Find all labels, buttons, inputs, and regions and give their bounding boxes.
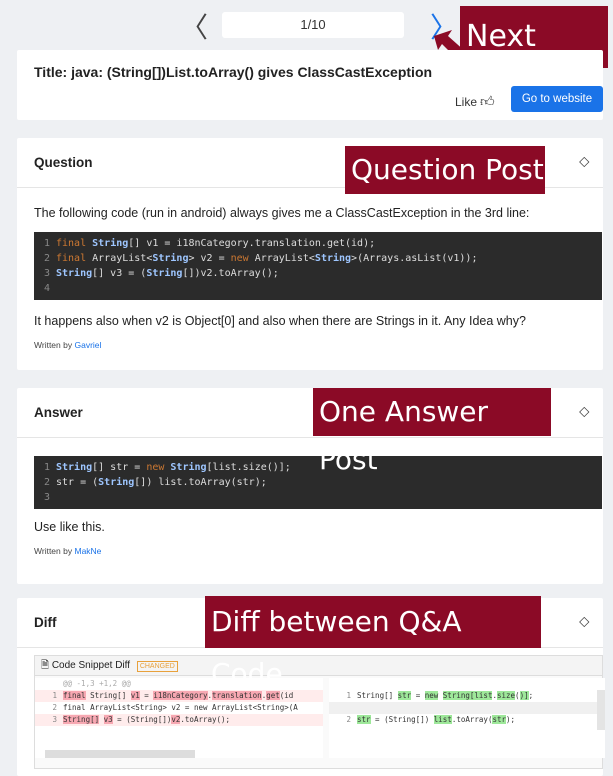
- like-label: Like: [455, 95, 478, 109]
- file-icon: 🗎︎: [41, 660, 50, 671]
- code-diff-box: 🗎︎ Code Snippet Diff CHANGED @@ -1,3 +1,…: [34, 655, 605, 769]
- diff-line: 2 str = (String[]) list.toArray(str);: [346, 715, 516, 724]
- code-line: 4: [43, 283, 50, 294]
- answer-callout: One Answer Post: [313, 388, 551, 476]
- prev-post-button[interactable]: 〈: [180, 6, 208, 46]
- code-line: 3: [43, 492, 50, 503]
- code-line: 2 final ArrayList<String> v2 = new ArrayL…: [43, 253, 478, 264]
- answer-attribution: Written by MakNe: [34, 546, 102, 556]
- diff-right-pane[interactable]: 1 String[] str = new String[list.size()];…: [329, 678, 605, 758]
- diff-line: 2 final ArrayList<String> v2 = new ArrayL…: [52, 703, 298, 712]
- answer-label: Answer: [34, 405, 83, 420]
- answer-code-block: 1 String[] str = new String[list.size()];…: [34, 456, 602, 509]
- collapse-toggle-icon[interactable]: ⬦: [579, 402, 590, 420]
- answer-outro: Use like this.: [34, 520, 105, 534]
- diff-box-header: 🗎︎ Code Snippet Diff CHANGED: [35, 656, 602, 676]
- question-intro: The following code (run in android) alwa…: [34, 206, 530, 220]
- question-callout: Question Post: [345, 146, 545, 194]
- code-line: 2 str = (String[]) list.toArray(str);: [43, 477, 267, 488]
- diff-line: 3 String[] v3 = (String[])v2.toArray();: [35, 714, 323, 726]
- vertical-scrollbar[interactable]: [597, 690, 605, 730]
- question-attribution: Written by Gavriel: [34, 340, 102, 350]
- title-card: Title: java: (String[])List.toArray() gi…: [17, 50, 603, 120]
- diff-box-title: Code Snippet Diff: [51, 660, 131, 671]
- question-author-link[interactable]: Gavriel: [74, 340, 101, 350]
- diff-label: Diff: [34, 615, 57, 630]
- question-outro: It happens also when v2 is Object[0] and…: [34, 314, 526, 328]
- thumbs-up-icon: 👍︎: [480, 93, 495, 109]
- post-counter: 1/10: [222, 12, 404, 38]
- diff-callout: Diff between Q&A Code: [205, 596, 541, 690]
- post-title: Title: java: (String[])List.toArray() gi…: [34, 64, 433, 80]
- collapse-toggle-icon[interactable]: ⬦: [579, 152, 590, 170]
- go-to-website-button[interactable]: Go to website: [511, 86, 603, 112]
- changed-badge: CHANGED: [136, 661, 178, 672]
- code-line: 1 String[] str = new String[list.size()];: [43, 462, 291, 473]
- like-button[interactable]: Like 👍︎: [455, 93, 495, 110]
- answer-author-link[interactable]: MakNe: [74, 546, 101, 556]
- collapse-toggle-icon[interactable]: ⬦: [579, 612, 590, 630]
- diff-line: 1 String[] str = new String[list.size()];: [346, 691, 534, 700]
- question-label: Question: [34, 155, 93, 170]
- code-line: 1 final String[] v1 = i18nCategory.transl…: [43, 238, 376, 249]
- question-code-block: 1 final String[] v1 = i18nCategory.transl…: [34, 232, 602, 300]
- horizontal-scrollbar[interactable]: [45, 750, 195, 758]
- code-line: 3 String[] v3 = (String[])v2.toArray();: [43, 268, 279, 279]
